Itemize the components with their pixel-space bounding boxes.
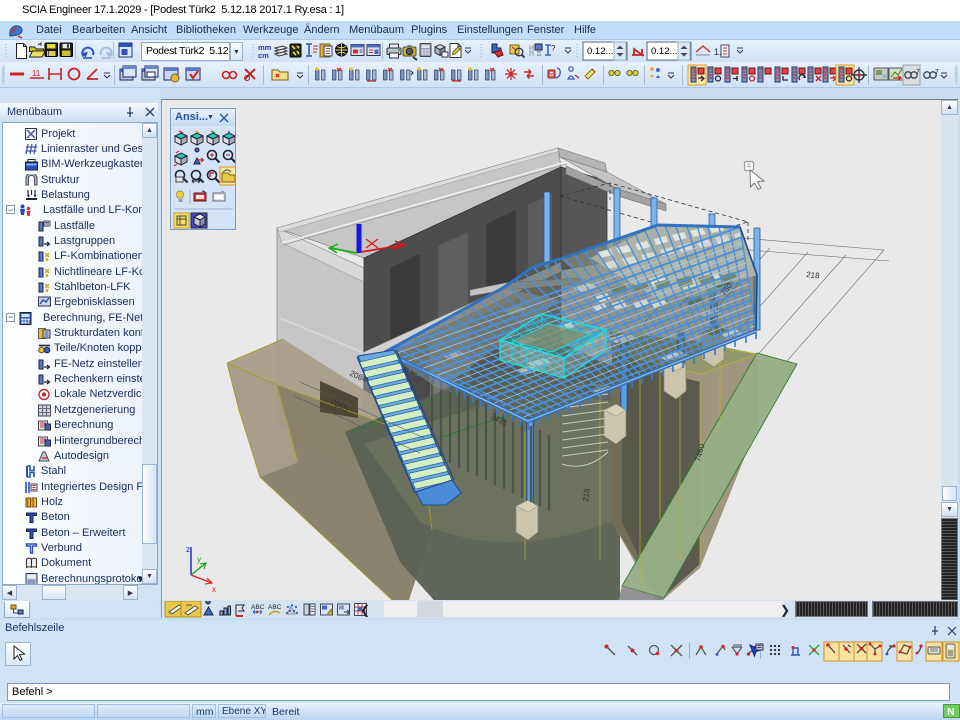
svg-text:7: 7	[935, 69, 939, 76]
svg-text:1.: 1.	[714, 47, 722, 57]
svg-text:7: 7	[916, 69, 920, 76]
svg-text:218: 218	[581, 487, 592, 502]
svg-text:0.12...: 0.12...	[651, 46, 677, 57]
svg-text:218: 218	[806, 270, 821, 280]
svg-text:ABC: ABC	[268, 604, 282, 611]
svg-text:0.12...: 0.12...	[587, 46, 613, 57]
svg-text:x: x	[212, 585, 216, 594]
svg-text:cm: cm	[258, 51, 269, 60]
svg-text:11: 11	[32, 69, 41, 78]
svg-text:?: ?	[551, 44, 556, 53]
svg-text:❮: ❮	[360, 603, 370, 617]
svg-text:ABC: ABC	[251, 604, 265, 611]
svg-text:z: z	[186, 545, 190, 554]
svg-text:y: y	[197, 555, 201, 564]
